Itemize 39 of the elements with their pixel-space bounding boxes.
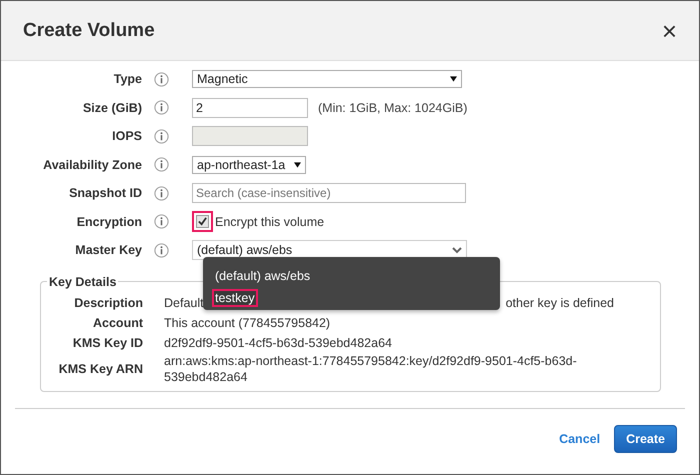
- field-label: Snapshot ID: [68, 186, 142, 200]
- close-button[interactable]: ×: [662, 18, 677, 44]
- checkbox-label: Encrypt this volume: [215, 214, 324, 229]
- create-button[interactable]: Create: [614, 424, 677, 452]
- hint-text: (Min: 1GiB, Max: 1024GiB): [318, 100, 468, 115]
- panel-legend: Key Details: [47, 274, 118, 288]
- detail-label: KMS Key ID: [72, 336, 143, 350]
- detail-value: other key is defined: [506, 294, 614, 310]
- detail-label: KMS Key ARN: [58, 362, 143, 376]
- detail-value: d2f92df9-9501-4cf5-b63d-539ebd482a64: [164, 334, 392, 350]
- detail-label: Account: [92, 316, 143, 330]
- search-field[interactable]: Search (case-insensitive): [192, 183, 466, 204]
- info-icon[interactable]: [154, 72, 169, 87]
- select-field[interactable]: ap-northeast-1a: [192, 156, 306, 174]
- checkbox[interactable]: [196, 215, 209, 228]
- dropdown-option[interactable]: (default) aws/ebs: [212, 265, 314, 287]
- info-icon[interactable]: [154, 128, 169, 144]
- info-icon[interactable]: [154, 157, 169, 172]
- field-label: IOPS: [111, 129, 142, 144]
- caret-icon: [450, 76, 457, 82]
- select-field[interactable]: Magnetic: [192, 70, 462, 88]
- chevron-icon: [452, 246, 462, 254]
- caret-icon: [294, 162, 301, 168]
- info-icon[interactable]: [154, 242, 169, 258]
- detail-value: arn:aws:kms:ap-northeast-1:778455795842:key/d2f92df9-9501-4cf5-b63d-539ebd482a64: [164, 352, 578, 384]
- info-icon[interactable]: [154, 100, 169, 116]
- detail-value: This account (778455795842): [164, 314, 330, 330]
- cancel-link[interactable]: Cancel: [559, 432, 600, 446]
- info-icon[interactable]: [154, 186, 169, 201]
- field-label: Encryption: [76, 214, 142, 229]
- dropdown-option[interactable]: testkey: [212, 289, 258, 307]
- field-label: Master Key: [74, 243, 142, 258]
- field-label: Type: [112, 72, 142, 86]
- dialog-title: Create Volume: [23, 20, 155, 42]
- info-icon[interactable]: [154, 214, 169, 230]
- detail-label: Description: [73, 296, 143, 310]
- field-label: Size (GiB): [82, 100, 142, 115]
- field-label: Availability Zone: [42, 158, 142, 172]
- size-field[interactable]: 2: [192, 98, 308, 118]
